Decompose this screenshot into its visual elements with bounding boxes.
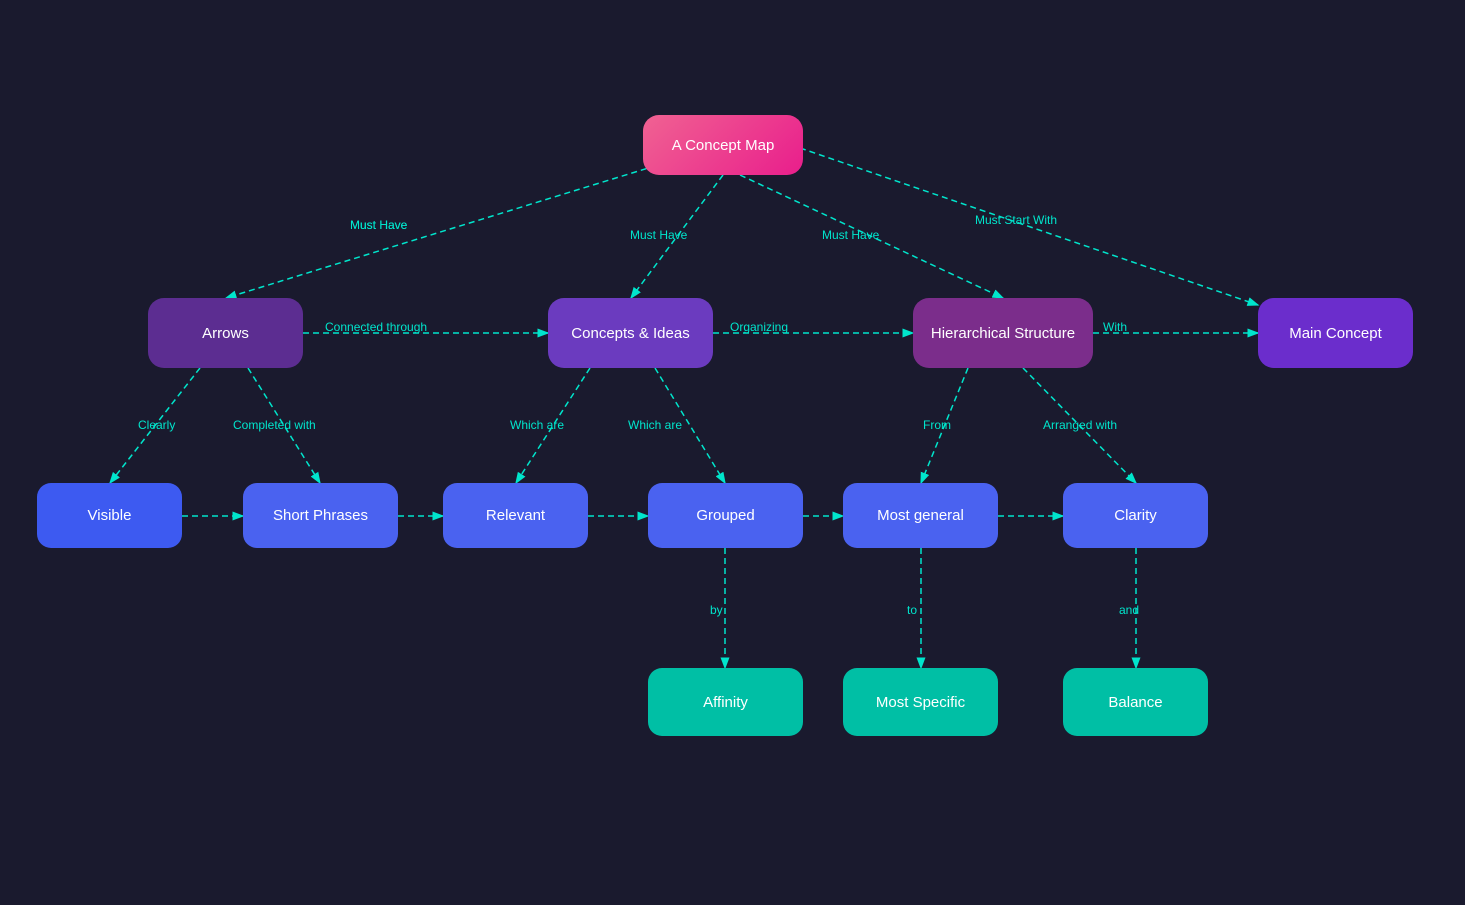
node-main-concept[interactable]: Main Concept	[1258, 298, 1413, 368]
label-root-arrows: Must Have	[350, 218, 407, 232]
node-most-specific[interactable]: Most Specific	[843, 668, 998, 736]
label-arrows-short: Completed with	[233, 418, 316, 432]
label-mostgeneral-mostspecific: to	[907, 603, 917, 617]
node-arrows-label: Arrows	[202, 325, 249, 342]
label-hierarchical-main: With	[1103, 320, 1127, 334]
label-concepts-hierarchical: Organizing	[730, 320, 788, 334]
node-hierarchical[interactable]: Hierarchical Structure	[913, 298, 1093, 368]
node-visible[interactable]: Visible	[37, 483, 182, 548]
label-root-concepts: Must Have	[630, 228, 687, 242]
label-root-arrows2: Must Have	[350, 218, 407, 232]
node-clarity-label: Clarity	[1114, 507, 1157, 524]
label-grouped-affinity: by	[710, 603, 723, 617]
label-root-main: Must Start With	[975, 213, 1057, 227]
label-root-hierarchical: Must Have	[822, 228, 879, 242]
node-root[interactable]: A Concept Map	[643, 115, 803, 175]
node-hierarchical-label: Hierarchical Structure	[931, 325, 1075, 342]
node-concepts-label: Concepts & Ideas	[571, 325, 689, 342]
node-balance-label: Balance	[1108, 694, 1162, 711]
node-most-general-label: Most general	[877, 507, 964, 524]
node-grouped-label: Grouped	[696, 507, 754, 524]
label-arrows-visible: Clearly	[138, 418, 175, 432]
node-most-specific-label: Most Specific	[876, 694, 965, 711]
node-arrows[interactable]: Arrows	[148, 298, 303, 368]
label-concepts-relevant: Which are	[510, 418, 564, 432]
node-main-concept-label: Main Concept	[1289, 325, 1382, 342]
label-hier-most-general: From	[923, 418, 951, 432]
node-relevant[interactable]: Relevant	[443, 483, 588, 548]
label-concepts-grouped: Which are	[628, 418, 682, 432]
label-hier-clarity: Arranged with	[1043, 418, 1117, 432]
concept-map: Must Have Must Have Must Have Must Have …	[0, 0, 1465, 905]
node-concepts[interactable]: Concepts & Ideas	[548, 298, 713, 368]
node-most-general[interactable]: Most general	[843, 483, 998, 548]
node-affinity-label: Affinity	[703, 694, 748, 711]
label-arrows-concepts: Connected through	[325, 320, 427, 334]
node-affinity[interactable]: Affinity	[648, 668, 803, 736]
node-visible-label: Visible	[88, 507, 132, 524]
label-clarity-balance: and	[1119, 603, 1139, 617]
node-short-phrases-label: Short Phrases	[273, 507, 368, 524]
node-grouped[interactable]: Grouped	[648, 483, 803, 548]
node-clarity[interactable]: Clarity	[1063, 483, 1208, 548]
node-relevant-label: Relevant	[486, 507, 545, 524]
node-root-label: A Concept Map	[672, 137, 775, 154]
node-short-phrases[interactable]: Short Phrases	[243, 483, 398, 548]
node-balance[interactable]: Balance	[1063, 668, 1208, 736]
